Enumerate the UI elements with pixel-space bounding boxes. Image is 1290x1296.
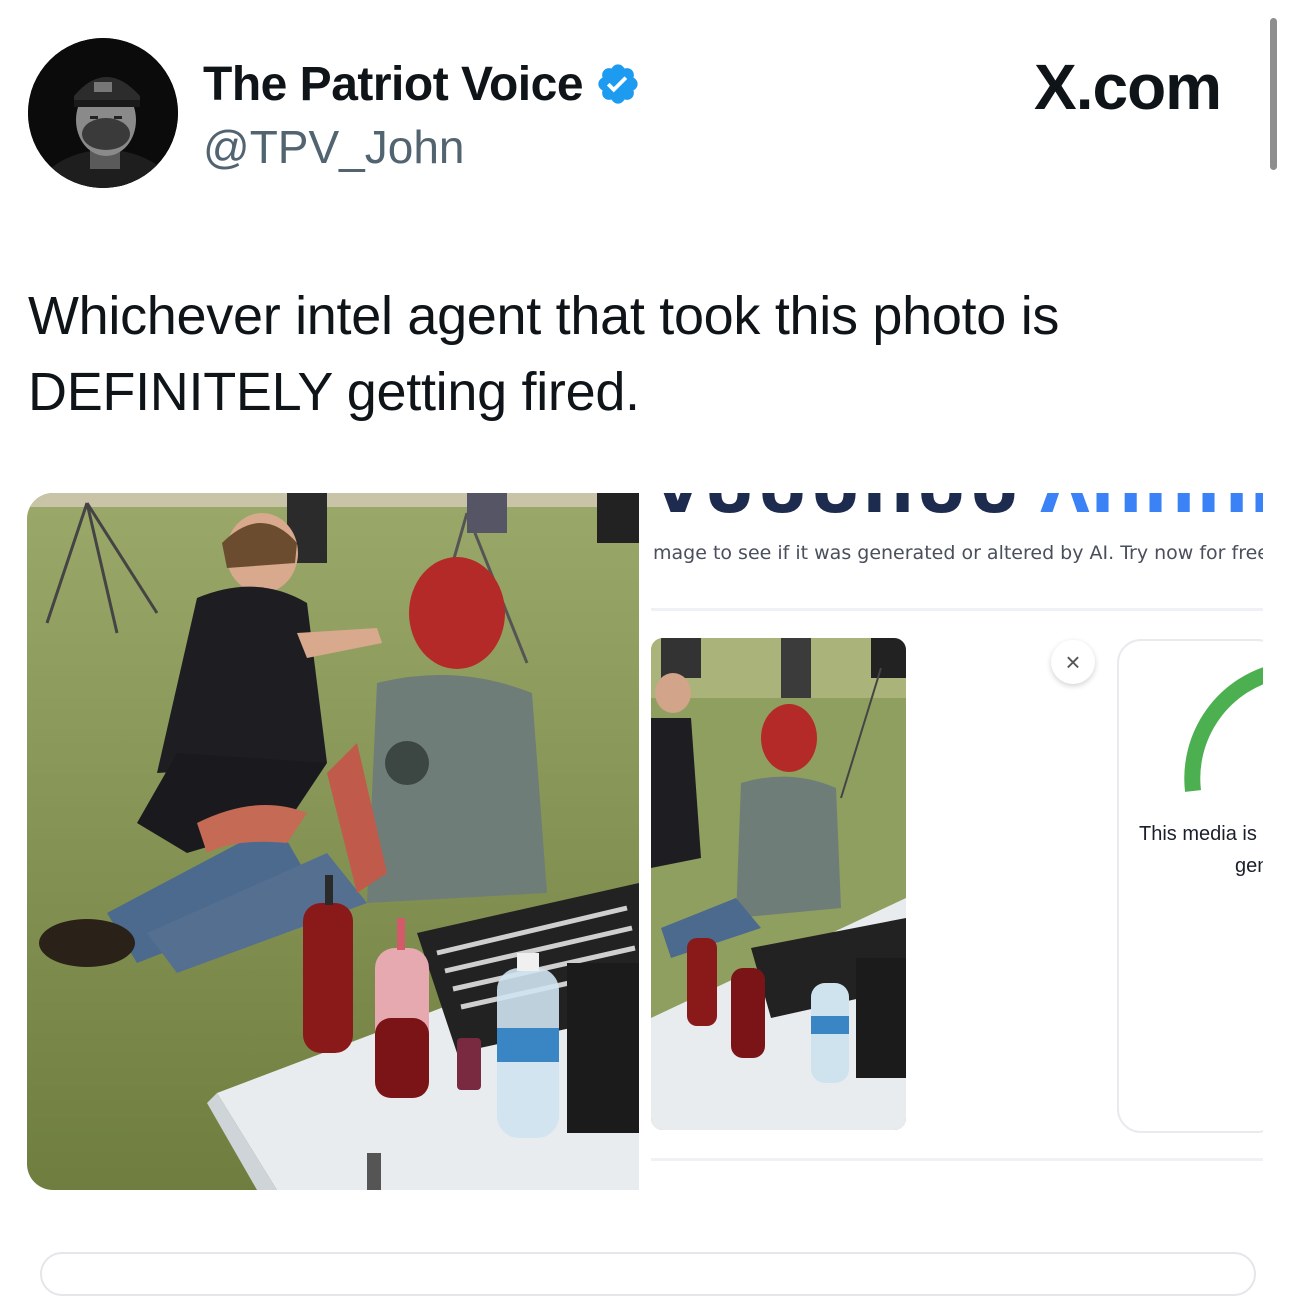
next-tweet-card-edge [40, 1252, 1256, 1296]
author-handle[interactable]: @TPV_John [203, 120, 465, 174]
x-brand-watermark: X.com [1034, 50, 1222, 124]
detector-result-card [1117, 639, 1263, 1133]
author-name-row[interactable]: The Patriot Voice [203, 56, 641, 112]
tweet-text-line-1: Whichever intel agent that took this pho… [28, 286, 1060, 346]
profile-avatar[interactable] [28, 38, 178, 188]
tweet-text-line-2: DEFINITELY getting fired. [28, 362, 640, 422]
verified-badge-icon [595, 61, 641, 107]
media-detector-screenshot[interactable]: ᐯᑌᑌᑌᑎᑌᑌ ᐱᑎᑎᑎᑎᑌᑌ ᗪᑌ mage to see if it was… [643, 493, 1263, 1190]
avatar-image [28, 38, 178, 188]
x-brand-text: X.com [1034, 51, 1222, 123]
detector-gauge-icon [1184, 667, 1263, 792]
detector-subline: mage to see if it was generated or alter… [653, 542, 1263, 564]
detector-thumbnail [651, 638, 906, 1130]
detector-result-line-1: This media is [1139, 823, 1257, 845]
tweet-media[interactable]: ᐯᑌᑌᑌᑎᑌᑌ ᐱᑎᑎᑎᑎᑌᑌ ᗪᑌ mage to see if it was… [27, 493, 1267, 1190]
detector-cut-heading: ᐯᑌᑌᑌᑎᑌᑌ ᐱᑎᑎᑎᑎᑌᑌ ᗪᑌ [653, 493, 1263, 528]
tweet-body: Whichever intel agent that took this pho… [28, 278, 1248, 430]
photo-scene-left [27, 493, 639, 1190]
detector-bottom-divider [651, 1158, 1263, 1161]
media-photo-makeup-set[interactable] [27, 493, 639, 1190]
author-display-name[interactable]: The Patriot Voice [203, 57, 584, 112]
detector-divider [651, 608, 1263, 611]
scrollbar-thumb[interactable] [1270, 18, 1277, 170]
detector-result-line-2: gen [1235, 855, 1263, 877]
close-icon[interactable]: × [1051, 640, 1095, 684]
